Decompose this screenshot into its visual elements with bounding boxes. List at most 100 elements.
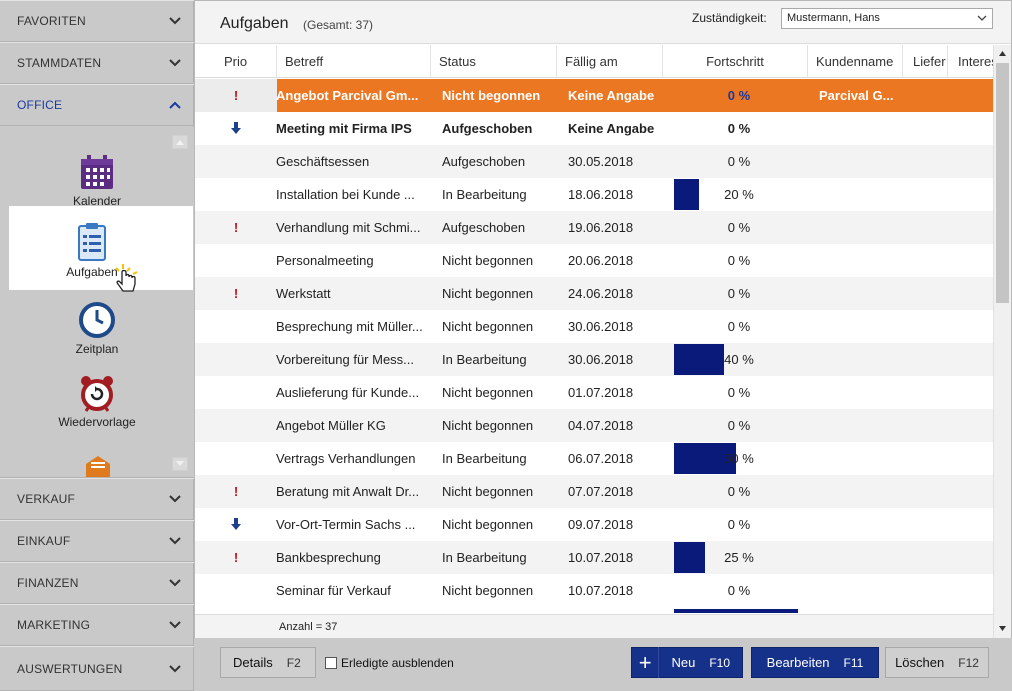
responsibility-select[interactable]: Mustermann, Hans: [781, 8, 993, 29]
progress-label: 0 %: [727, 121, 751, 136]
hide-done-checkbox[interactable]: Erledigte ausblenden: [325, 656, 454, 670]
office-scroll-down-button[interactable]: [172, 457, 188, 471]
cell-faellig: 10.07.2018: [568, 550, 634, 565]
page-title: Aufgaben: [220, 15, 289, 32]
column-header-kundenname[interactable]: Kundenname: [808, 45, 903, 78]
sidebar-section-verkauf[interactable]: VERKAUF: [0, 478, 194, 520]
column-header-prio[interactable]: Prio: [195, 45, 277, 78]
sidebar-section-label: STAMMDATEN: [17, 56, 102, 70]
table-row[interactable]: ! Werkstatt Nicht begonnen 24.06.2018 0 %: [195, 277, 993, 310]
cell-status: Nicht begonnen: [442, 418, 534, 433]
table-row[interactable]: Angebot Müller KG Nicht begonnen 04.07.201…: [195, 409, 993, 442]
sidebar-section-label: FAVORITEN: [17, 14, 86, 28]
table-row[interactable]: Auslieferung für Kunde... Nicht begonnen 0…: [195, 376, 993, 409]
sidebar-section-office[interactable]: OFFICE: [0, 84, 194, 126]
scrollbar-thumb[interactable]: [996, 63, 1009, 303]
triangle-down-icon[interactable]: [997, 623, 1008, 634]
cell-status: Nicht begonnen: [442, 583, 534, 598]
progress-cell: 50 %: [674, 442, 804, 475]
cell-faellig: 30.06.2018: [568, 352, 634, 367]
office-item-aufgaben[interactable]: Aufgaben: [9, 206, 193, 292]
table-row[interactable]: Vor-Ort-Termin Sachs ... Nicht begonnen 09…: [195, 508, 993, 541]
row-count: Anzahl = 37: [279, 621, 338, 633]
cell-betreff: Installation bei Kunde ...: [276, 187, 415, 202]
progress-cell: 40 %: [674, 343, 804, 376]
cell-kundenname: [819, 343, 899, 376]
checkbox-box[interactable]: [325, 657, 337, 669]
office-scroll-up-button[interactable]: [172, 135, 188, 149]
progress-cell: 0 %: [674, 475, 804, 508]
table-row[interactable]: ! Bankbesprechung In Bearbeitung 10.07.2018…: [195, 541, 993, 574]
title-bar: Aufgaben (Gesamt: 37) Zuständigkeit: Mus…: [195, 1, 1011, 44]
table-row[interactable]: Vertrags Verhandlungen In Bearbeitung 06.0…: [195, 442, 993, 475]
sidebar-section-finanzen[interactable]: FINANZEN: [0, 562, 194, 604]
table-row[interactable]: Seminar für Verkauf Nicht begonnen 10.07.2…: [195, 574, 993, 607]
cell-faellig: 19.06.2018: [568, 220, 634, 235]
cell-kundenname: [819, 442, 899, 475]
column-header-betreff[interactable]: Betreff: [277, 45, 431, 78]
table-row[interactable]: ! Angebot Parcival Gm... Nicht begonnen Kei…: [195, 79, 993, 112]
table-row[interactable]: ! Verhandlung mit Schmi... Aufgeschoben 19.…: [195, 211, 993, 244]
table-row[interactable]: Meeting mit Firma IPS Aufgeschoben Keine A…: [195, 112, 993, 145]
priority-cell: [195, 409, 277, 442]
column-header-liefer[interactable]: Liefer: [903, 45, 948, 78]
office-item-kalender[interactable]: Kalender: [0, 153, 194, 208]
sidebar-section-auswertungen[interactable]: AUSWERTUNGEN: [0, 646, 194, 691]
sidebar-section-favoriten[interactable]: FAVORITEN: [0, 0, 194, 42]
priority-low-icon: [195, 112, 277, 145]
sidebar-section-stammdaten[interactable]: STAMMDATEN: [0, 42, 194, 84]
progress-label: 40 %: [724, 352, 754, 367]
table-row[interactable]: Installation bei Kunde ... In Bearbeitung…: [195, 178, 993, 211]
progress-cell: 0 %: [674, 211, 804, 244]
cell-kundenname: [819, 376, 899, 409]
total-count: (Gesamt: 37): [303, 18, 374, 32]
cell-betreff: Werkstatt: [276, 286, 331, 301]
office-item-zeitplan[interactable]: Zeitplan: [0, 301, 194, 356]
priority-cell: [195, 310, 277, 343]
chevron-up-icon: [169, 101, 181, 109]
sidebar-section-label: AUSWERTUNGEN: [17, 661, 123, 676]
office-item-wiedervorlage[interactable]: Wiedervorlage: [0, 374, 194, 429]
chevron-down-icon: [977, 15, 987, 21]
table-row[interactable]: Besprechung mit Müller... Nicht begonnen 3…: [195, 310, 993, 343]
progress-cell: 0 %: [674, 145, 804, 178]
table-row[interactable]: Personalmeeting Nicht begonnen 20.06.2018 0…: [195, 244, 993, 277]
chevron-down-icon: [169, 579, 181, 587]
edit-button[interactable]: Bearbeiten F11: [751, 647, 879, 678]
cell-status: In Bearbeitung: [442, 550, 527, 565]
cell-status: In Bearbeitung: [442, 352, 527, 367]
progress-label: 0 %: [727, 286, 751, 301]
table-row[interactable]: Geschäftsessen Aufgeschoben 30.05.2018 0 %: [195, 145, 993, 178]
triangle-up-icon[interactable]: [997, 48, 1008, 59]
shortcut-key: F12: [958, 655, 979, 670]
chevron-down-icon: [169, 664, 181, 672]
cell-status: In Bearbeitung: [442, 187, 527, 202]
sidebar-section-marketing[interactable]: MARKETING: [0, 604, 194, 646]
priority-cell: [195, 244, 277, 277]
button-label: Details: [233, 655, 273, 670]
button-label: Neu: [671, 655, 696, 670]
table-row[interactable]: ! Beratung mit Anwalt Dr... Nicht begonnen…: [195, 475, 993, 508]
column-header-status[interactable]: Status: [431, 45, 557, 78]
sidebar-section-label: EINKAUF: [17, 534, 71, 548]
column-header-faellig[interactable]: Fällig am: [557, 45, 663, 78]
priority-high-icon: !: [233, 484, 239, 499]
column-header-interes[interactable]: Interes: [948, 45, 993, 78]
cell-kundenname: [819, 475, 899, 508]
column-header-fortschritt[interactable]: Fortschritt: [663, 45, 808, 78]
cell-faellig: 30.05.2018: [568, 154, 634, 169]
cell-status: Nicht begonnen: [442, 484, 534, 499]
delete-button[interactable]: Löschen F12: [885, 647, 989, 678]
progress-cell: 0 %: [674, 376, 804, 409]
progress-label: 0 %: [727, 319, 751, 334]
details-button[interactable]: Details F2: [220, 647, 316, 678]
vertical-scrollbar[interactable]: [993, 45, 1011, 638]
cell-kundenname: [819, 244, 899, 277]
progress-cell: 0 %: [674, 79, 804, 112]
new-button[interactable]: + Neu F10: [631, 647, 743, 678]
responsibility-label: Zuständigkeit:: [692, 11, 767, 25]
table-row[interactable]: Vorbereitung für Mess... In Bearbeitung 30…: [195, 343, 993, 376]
cell-status: Nicht begonnen: [442, 385, 534, 400]
priority-cell: [195, 343, 277, 376]
sidebar-section-einkauf[interactable]: EINKAUF: [0, 520, 194, 562]
